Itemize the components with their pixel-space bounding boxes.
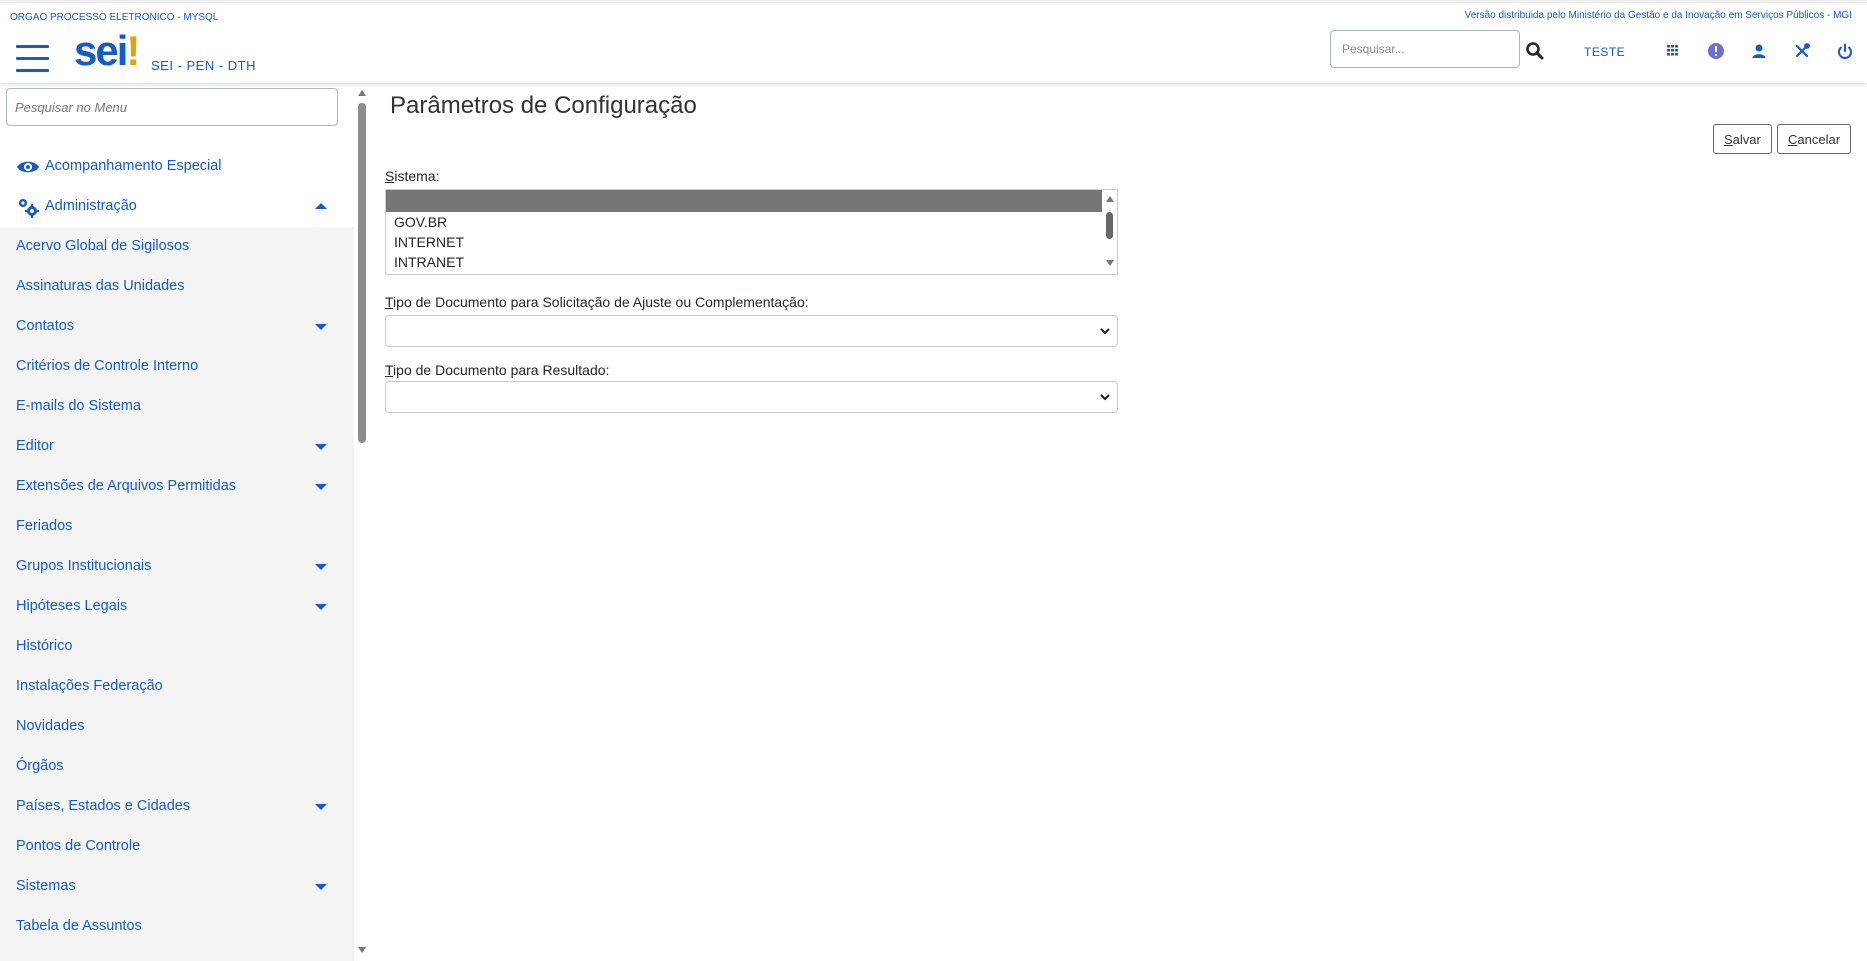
alert-icon[interactable] <box>1707 42 1725 60</box>
grid-icon[interactable] <box>1664 42 1682 60</box>
sidebar-item-hipoteses[interactable]: Hipóteses Legais <box>0 587 354 627</box>
sistema-listbox[interactable]: GOV.BR INTERNET INTRANET <box>385 189 1118 275</box>
sidebar-item-acervo-global[interactable]: Acervo Global de Sigilosos <box>0 227 354 267</box>
chevron-down-icon[interactable] <box>315 604 327 610</box>
scroll-thumb[interactable] <box>358 103 366 443</box>
chevron-up-icon[interactable] <box>315 203 327 209</box>
listbox-option[interactable]: GOV.BR <box>386 212 1117 232</box>
version-text: Versão distribuida pelo Ministério da Ge… <box>1464 10 1852 21</box>
chevron-down-icon <box>1098 390 1112 404</box>
sidebar-item-label: Acompanhamento Especial <box>45 158 222 174</box>
sidebar-item-label: Grupos Institucionais <box>16 558 152 574</box>
sidebar: Acompanhamento Especial Administração Ac… <box>0 83 354 961</box>
sidebar-item-administracao[interactable]: Administração <box>0 187 354 227</box>
sidebar-item-pontos[interactable]: Pontos de Controle <box>0 827 354 867</box>
search-icon[interactable] <box>1525 41 1545 61</box>
cancel-button[interactable]: Cancelar <box>1777 124 1852 154</box>
sidebar-item-assinaturas[interactable]: Assinaturas das Unidades <box>0 267 354 307</box>
sidebar-item-acompanhamento-especial[interactable]: Acompanhamento Especial <box>0 147 354 187</box>
chevron-down-icon[interactable] <box>315 884 327 890</box>
listbox-option[interactable]: INTRANET <box>386 252 1117 272</box>
sidebar-item-emails[interactable]: E-mails do Sistema <box>0 387 354 427</box>
sidebar-item-tabela-assuntos[interactable]: Tabela de Assuntos <box>0 907 354 947</box>
chevron-down-icon[interactable] <box>315 564 327 570</box>
sidebar-scrollbar[interactable] <box>354 83 370 961</box>
sidebar-item-label: Critérios de Controle Interno <box>16 358 199 374</box>
sidebar-item-editor[interactable]: Editor <box>0 427 354 467</box>
sidebar-item-criterios[interactable]: Critérios de Controle Interno <box>0 347 354 387</box>
chevron-down-icon[interactable] <box>315 324 327 330</box>
sidebar-item-instalacoes[interactable]: Instalações Federação <box>0 667 354 707</box>
eye-icon <box>16 157 40 177</box>
tipo-resultado-label: Tipo de Documento para Resultado: <box>385 362 610 378</box>
page-title: Parâmetros de Configuração <box>390 92 697 119</box>
scroll-down-arrow[interactable] <box>358 947 366 953</box>
sidebar-item-label: Tabela de Assuntos <box>16 918 142 934</box>
scroll-thumb[interactable] <box>1106 212 1113 239</box>
tipo-ajuste-select[interactable] <box>385 315 1118 347</box>
sei-logo[interactable]: sei! <box>74 30 140 72</box>
tools-icon[interactable] <box>1793 42 1811 60</box>
scroll-up-arrow[interactable] <box>1106 196 1114 202</box>
chevron-down-icon[interactable] <box>315 444 327 450</box>
sidebar-item-label: Órgãos <box>16 758 64 774</box>
scroll-down-arrow[interactable] <box>1106 260 1114 266</box>
sidebar-item-novidades[interactable]: Novidades <box>0 707 354 747</box>
power-icon[interactable] <box>1836 42 1854 60</box>
sidebar-item-label: Extensões de Arquivos Permitidas <box>16 478 237 494</box>
listbox-option[interactable]: INTERNET <box>386 232 1117 252</box>
user-icon[interactable] <box>1750 42 1768 60</box>
sistema-label: Sistema: <box>385 168 440 184</box>
listbox-scrollbar[interactable] <box>1103 190 1117 274</box>
sidebar-item-label: Assinaturas das Unidades <box>16 278 185 294</box>
sidebar-item-sistemas[interactable]: Sistemas <box>0 867 354 907</box>
unit-selector[interactable]: TESTE <box>1584 45 1625 59</box>
tipo-resultado-select[interactable] <box>385 381 1118 413</box>
sidebar-item-contatos[interactable]: Contatos <box>0 307 354 347</box>
org-name: ORGAO PROCESSO ELETRONICO - MYSQL <box>10 12 219 23</box>
tipo-ajuste-label: Tipo de Documento para Solicitação de Aj… <box>385 294 809 310</box>
sidebar-item-label: Administração <box>45 198 137 214</box>
sidebar-item-paises[interactable]: Países, Estados e Cidades <box>0 787 354 827</box>
sidebar-item-label: Sistemas <box>16 878 76 894</box>
gears-icon <box>16 197 40 218</box>
sidebar-item-label: Editor <box>16 438 54 454</box>
sidebar-item-label: Países, Estados e Cidades <box>16 798 191 814</box>
chevron-down-icon <box>1098 324 1112 338</box>
sidebar-item-extensoes[interactable]: Extensões de Arquivos Permitidas <box>0 467 354 507</box>
sidebar-item-label: E-mails do Sistema <box>16 398 141 414</box>
menu-icon[interactable] <box>16 45 49 73</box>
app-header: ORGAO PROCESSO ELETRONICO - MYSQL Versão… <box>0 3 1867 83</box>
chevron-down-icon[interactable] <box>315 484 327 490</box>
sidebar-item-label: Hipóteses Legais <box>16 598 128 614</box>
sidebar-item-label: Novidades <box>16 718 85 734</box>
sidebar-item-label: Pontos de Controle <box>16 838 141 854</box>
scroll-up-arrow[interactable] <box>358 90 366 96</box>
sidebar-item-orgaos[interactable]: Órgãos <box>0 747 354 787</box>
sidebar-item-historico[interactable]: Histórico <box>0 627 354 667</box>
sidebar-item-grupos[interactable]: Grupos Institucionais <box>0 547 354 587</box>
sidebar-item-label: Contatos <box>16 318 75 334</box>
sidebar-item-label: Histórico <box>16 638 73 654</box>
system-subtitle: SEI - PEN - DTH <box>151 58 257 73</box>
main-content: Parâmetros de Configuração Salvar Cancel… <box>370 83 1867 961</box>
sidebar-item-label: Instalações Federação <box>16 678 163 694</box>
search-input[interactable] <box>1330 30 1520 68</box>
chevron-down-icon[interactable] <box>315 804 327 810</box>
sidebar-item-label: Feriados <box>16 518 73 534</box>
save-button[interactable]: Salvar <box>1713 124 1772 154</box>
menu-search-input[interactable] <box>6 88 338 126</box>
sidebar-item-label: Acervo Global de Sigilosos <box>16 238 190 254</box>
sidebar-item-feriados[interactable]: Feriados <box>0 507 354 547</box>
listbox-option-selected[interactable] <box>386 190 1102 212</box>
